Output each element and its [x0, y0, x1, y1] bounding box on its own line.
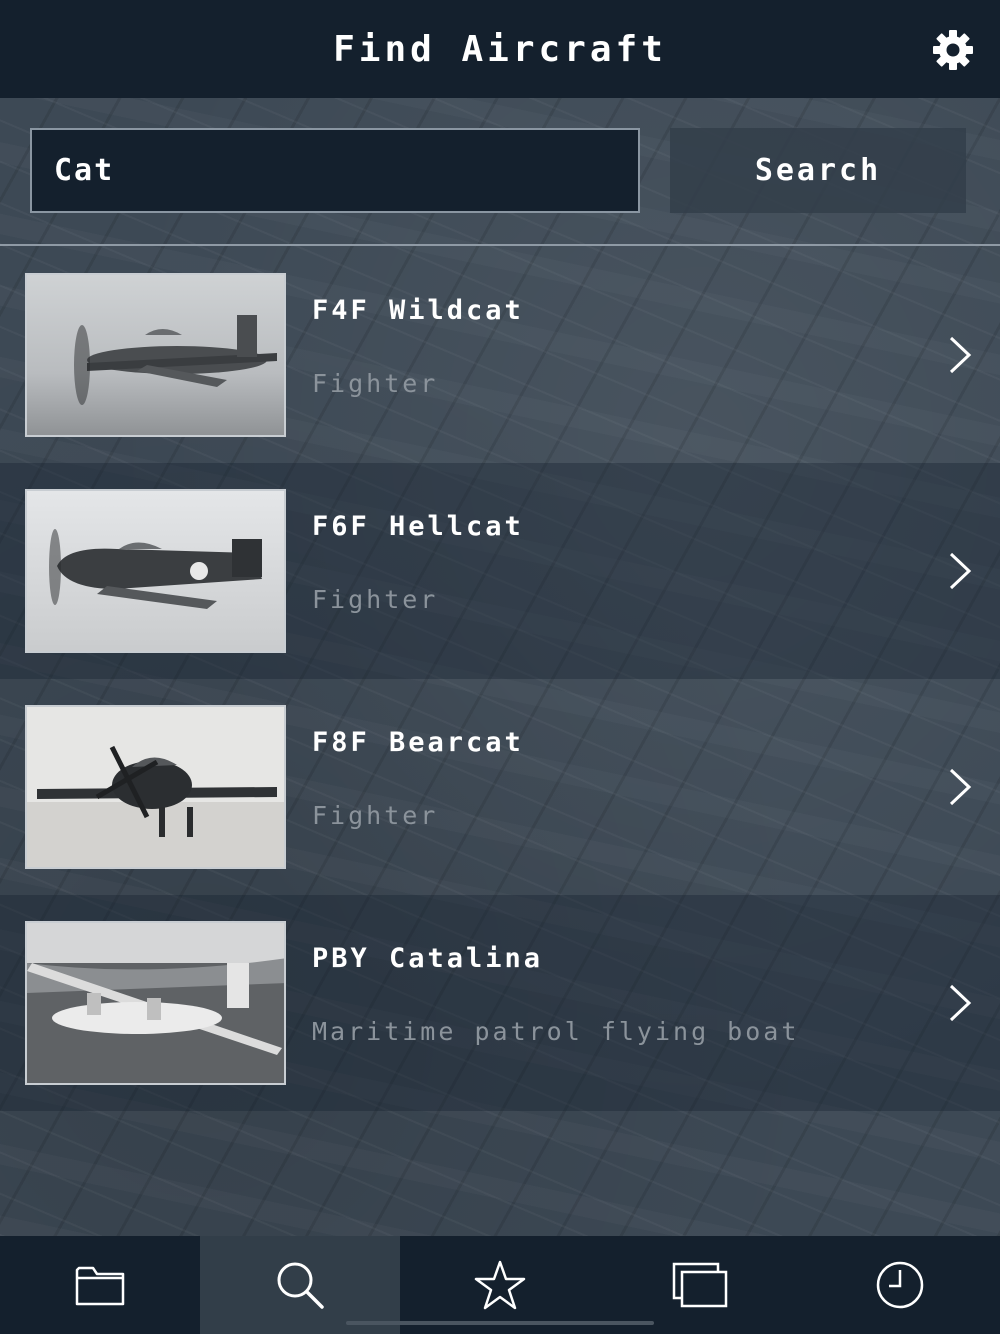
- list-item[interactable]: F6F Hellcat Fighter: [0, 463, 1000, 679]
- aircraft-role: Fighter: [312, 801, 439, 830]
- search-input-value: Cat: [54, 153, 115, 188]
- tab-history[interactable]: [800, 1236, 1000, 1334]
- aircraft-name: F4F Wildcat: [312, 295, 524, 326]
- results-list: F4F Wildcat Fighter F6F Hellcat Fighter …: [0, 247, 1000, 1111]
- search-input[interactable]: Cat: [30, 128, 640, 213]
- search-button-label: Search: [754, 153, 882, 188]
- chevron-right-icon: [948, 335, 972, 375]
- tab-bar: [0, 1236, 1000, 1334]
- tab-favorites[interactable]: [400, 1236, 600, 1334]
- tab-search[interactable]: [200, 1236, 400, 1334]
- windows-icon: [672, 1262, 728, 1308]
- divider: [0, 244, 1000, 246]
- folder-icon: [75, 1266, 125, 1306]
- star-icon: [474, 1260, 526, 1310]
- aircraft-thumbnail: [25, 273, 286, 437]
- search-button[interactable]: Search: [670, 128, 966, 213]
- aircraft-role: Maritime patrol flying boat: [312, 1017, 800, 1046]
- aircraft-role: Fighter: [312, 369, 439, 398]
- aircraft-name: PBY Catalina: [312, 943, 544, 974]
- chevron-right-icon: [948, 767, 972, 807]
- search-icon: [277, 1262, 324, 1309]
- clock-icon: [876, 1261, 924, 1309]
- aircraft-role: Fighter: [312, 585, 439, 614]
- navigation-bar: Find Aircraft: [0, 0, 1000, 98]
- chevron-right-icon: [948, 551, 972, 591]
- list-item[interactable]: F8F Bearcat Fighter: [0, 679, 1000, 895]
- tab-compare[interactable]: [600, 1236, 800, 1334]
- home-indicator: [346, 1321, 654, 1325]
- aircraft-thumbnail: [25, 489, 286, 653]
- aircraft-name: F6F Hellcat: [312, 511, 524, 542]
- aircraft-name: F8F Bearcat: [312, 727, 524, 758]
- gear-icon[interactable]: [932, 29, 974, 71]
- page-title: Find Aircraft: [333, 28, 667, 70]
- list-item[interactable]: F4F Wildcat Fighter: [0, 247, 1000, 463]
- list-item[interactable]: PBY Catalina Maritime patrol flying boat: [0, 895, 1000, 1111]
- aircraft-thumbnail: [25, 921, 286, 1085]
- aircraft-thumbnail: [25, 705, 286, 869]
- chevron-right-icon: [948, 983, 972, 1023]
- tab-library[interactable]: [0, 1236, 200, 1334]
- search-row: Cat Search: [0, 98, 1000, 246]
